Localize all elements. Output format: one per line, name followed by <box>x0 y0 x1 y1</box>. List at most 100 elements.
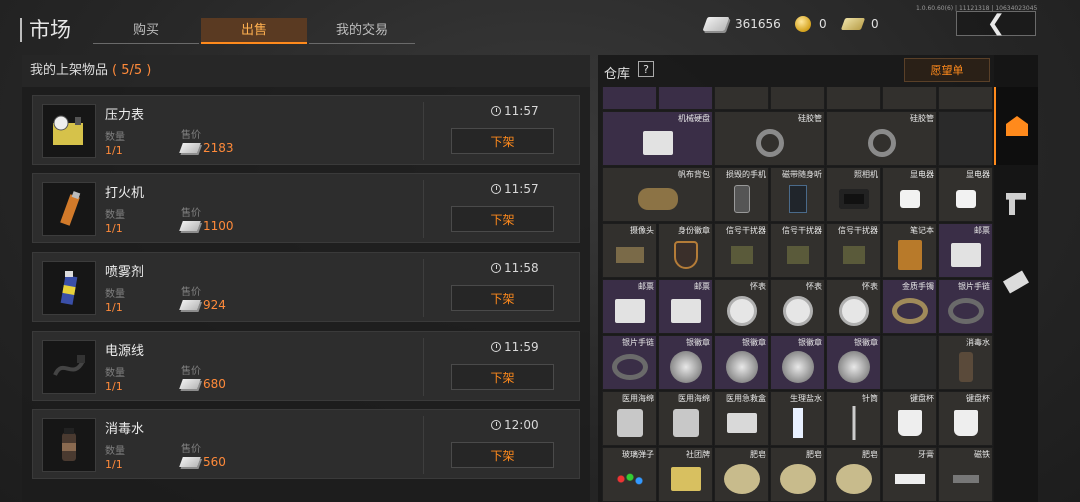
item-name: 压力表 <box>105 108 145 123</box>
inventory-cell[interactable]: 信号干扰器 <box>826 223 881 278</box>
category-tab-weapons[interactable] <box>994 165 1038 243</box>
inventory-grid[interactable]: 机械硬盘 硅胶管 硅胶管 帆布背包 损毁的手机 磁带随身听 照相机 显电器 显电… <box>602 87 994 502</box>
tab-buy[interactable]: 购买 <box>93 18 199 44</box>
inventory-cell[interactable]: 磁带随身听 <box>770 167 825 222</box>
tab-sell[interactable]: 出售 <box>201 18 307 44</box>
inventory-cell[interactable]: 损毁的手机 <box>714 167 769 222</box>
help-icon[interactable]: ? <box>638 61 654 77</box>
money-balance: 361656 <box>702 14 781 34</box>
clock-icon <box>491 263 501 273</box>
inventory-cell[interactable]: 银徽章 <box>770 335 825 390</box>
cell-label: 信号干扰器 <box>838 226 878 235</box>
delist-button[interactable]: 下架 <box>451 285 554 311</box>
inventory-cell[interactable]: 邮票 <box>658 279 713 334</box>
inventory-cell[interactable]: 键盘杯 <box>938 391 993 446</box>
inventory-cell[interactable]: 笔记本 <box>882 223 937 278</box>
inventory-cell[interactable]: 信号干扰器 <box>714 223 769 278</box>
inventory-cell[interactable]: 怀表 <box>770 279 825 334</box>
price-value: 680 <box>179 377 226 391</box>
delist-button[interactable]: 下架 <box>451 442 554 468</box>
inventory-cell[interactable]: 邮票 <box>938 223 993 278</box>
stamp-icon <box>614 298 645 323</box>
inventory-cell[interactable]: 医用海绵 <box>602 391 657 446</box>
silver-badge-icon <box>669 350 702 383</box>
saline-icon <box>792 407 803 438</box>
inventory-cell[interactable] <box>938 111 993 166</box>
disinfectant-icon <box>958 351 973 382</box>
inventory-cell[interactable]: 银徽章 <box>658 335 713 390</box>
qty-value: 1/1 <box>105 380 123 393</box>
mug-icon <box>953 409 978 436</box>
inventory-cell[interactable] <box>882 335 937 390</box>
qty-value: 1/1 <box>105 144 123 157</box>
price-value: 1100 <box>179 219 234 233</box>
inventory-cell[interactable]: 银徽章 <box>826 335 881 390</box>
inventory-cell[interactable] <box>826 87 881 110</box>
inventory-cell[interactable]: 帆布背包 <box>602 167 713 222</box>
cell-label: 键盘杯 <box>966 394 990 403</box>
inventory-cell[interactable]: 照相机 <box>826 167 881 222</box>
inventory-cell[interactable]: 硅胶管 <box>714 111 825 166</box>
soap-icon <box>723 463 760 494</box>
tab-my-trades[interactable]: 我的交易 <box>309 18 415 44</box>
inventory-cell[interactable]: 社团牌 <box>658 447 713 502</box>
inventory-cell[interactable]: 医用海绵 <box>658 391 713 446</box>
inventory-cell[interactable]: 肥皂 <box>826 447 881 502</box>
inventory-cell[interactable]: 银片手链 <box>938 279 993 334</box>
inventory-cell[interactable]: 肥皂 <box>770 447 825 502</box>
inventory-cell[interactable] <box>938 87 993 110</box>
cell-label: 怀表 <box>806 282 822 291</box>
delist-button[interactable]: 下架 <box>451 364 554 390</box>
inventory-cell[interactable] <box>882 87 937 110</box>
qty-value: 1/1 <box>105 301 123 314</box>
top-bar: 市场 购买 出售 我的交易 361656 0 0 1.0.60.60(6) | … <box>0 0 1080 52</box>
delist-button[interactable]: 下架 <box>451 206 554 232</box>
inventory-cell[interactable]: 玻璃弹子 <box>602 447 657 502</box>
back-button[interactable]: ❮ <box>956 11 1036 36</box>
delist-button[interactable]: 下架 <box>451 128 554 154</box>
time-value: 12:00 <box>504 418 539 432</box>
inventory-cell[interactable]: 机械硬盘 <box>602 111 713 166</box>
listing-row: 打火机 数量 1/1 售价 1100 11:57 下架 <box>32 173 580 243</box>
inventory-cell[interactable]: 磁铁 <box>938 447 993 502</box>
inventory-cell[interactable]: 针筒 <box>826 391 881 446</box>
page-title: 市场 <box>20 18 71 42</box>
inventory-cell[interactable] <box>714 87 769 110</box>
inventory-cell[interactable]: 怀表 <box>714 279 769 334</box>
inventory-cell[interactable]: 肥皂 <box>714 447 769 502</box>
inventory-cell[interactable]: 怀表 <box>826 279 881 334</box>
listing-time: 11:57 <box>491 104 539 118</box>
inventory-cell[interactable]: 消毒水 <box>938 335 993 390</box>
warehouse-header: 仓库 ? 愿望单 <box>598 55 994 85</box>
cell-label: 邮票 <box>694 282 710 291</box>
inventory-cell[interactable]: 显电器 <box>882 167 937 222</box>
inventory-cell[interactable]: 信号干扰器 <box>770 223 825 278</box>
coin-balance: 0 <box>795 14 827 34</box>
inventory-cell[interactable]: 邮票 <box>602 279 657 334</box>
silicone-tube-icon <box>755 128 784 157</box>
inventory-cell[interactable]: 牙膏 <box>882 447 937 502</box>
category-tab-cash[interactable] <box>994 243 1038 321</box>
inventory-cell[interactable]: 银片手链 <box>602 335 657 390</box>
inventory-cell[interactable] <box>770 87 825 110</box>
inventory-cell[interactable]: 键盘杯 <box>882 391 937 446</box>
inventory-cell[interactable]: 医用急救盒 <box>714 391 769 446</box>
inventory-cell[interactable]: 硅胶管 <box>826 111 937 166</box>
inventory-cell[interactable] <box>602 87 657 110</box>
mug-icon <box>897 409 922 436</box>
cell-label: 银徽章 <box>854 338 878 347</box>
category-tab-home[interactable] <box>994 87 1038 165</box>
cell-label: 帆布背包 <box>678 170 710 179</box>
wishlist-button[interactable]: 愿望单 <box>904 58 990 82</box>
inventory-cell[interactable]: 生理盐水 <box>770 391 825 446</box>
inventory-cell[interactable]: 显电器 <box>938 167 993 222</box>
inventory-cell[interactable]: 银徽章 <box>714 335 769 390</box>
inventory-cell[interactable]: 摄像头 <box>602 223 657 278</box>
inventory-cell[interactable]: 金质手镯 <box>882 279 937 334</box>
listings-heading: 我的上架物品 <box>30 63 109 78</box>
pocket-watch-icon <box>838 295 869 326</box>
inventory-cell[interactable]: 身份徽章 <box>658 223 713 278</box>
coin-amount: 0 <box>819 17 827 31</box>
category-sidebar <box>994 55 1038 502</box>
inventory-cell[interactable] <box>658 87 713 110</box>
